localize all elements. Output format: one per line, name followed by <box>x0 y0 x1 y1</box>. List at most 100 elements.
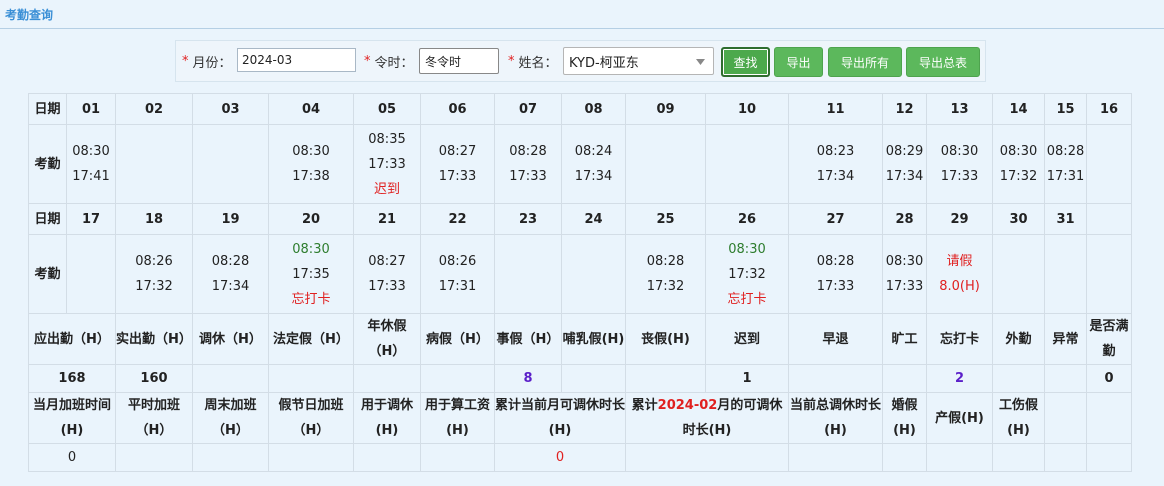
day-header: 28 <box>882 203 927 235</box>
summary-header: 事假（H） <box>494 313 562 365</box>
month-input[interactable]: 2024-03 <box>237 48 356 72</box>
summary-value <box>561 364 626 393</box>
attendance-row: 考勤 08:26 17:32 08:28 17:34 08:30 17:35 忘打卡 08:27… <box>28 234 1132 314</box>
attendance-row: 考勤 08:30 17:41 08:30 17:38 08:35 17:33 迟到 08:27 1… <box>28 124 1132 204</box>
attendance-cell <box>705 124 789 204</box>
name-label: 姓名： <box>518 55 558 71</box>
query-toolbar: * 月份： 2024-03 * 令时： 冬令时 * 姓名： KYD-柯亚东 查找… <box>175 40 986 82</box>
overtime-header: 用于算工资(H) <box>420 392 495 444</box>
summary-header: 年休假（H） <box>353 313 421 365</box>
check-out-time: 17:34 <box>574 169 613 184</box>
attendance-cell <box>561 234 626 314</box>
day-header: 22 <box>420 203 495 235</box>
attendance-cell: 08:30 17:33 <box>882 234 927 314</box>
overtime-value <box>420 443 495 472</box>
summary-value <box>353 364 421 393</box>
overtime-header: 平时加班（H） <box>115 392 193 444</box>
page-header: 考勤查询 <box>0 0 1164 29</box>
summary-header: 早退 <box>788 313 883 365</box>
export-all-button[interactable]: 导出所有 <box>828 47 902 77</box>
season-label: 令时： <box>374 55 414 71</box>
dropdown-arrow-icon <box>696 59 705 65</box>
overtime-header: 累计当前月可调休时长(H) <box>494 392 626 444</box>
day-header: 21 <box>353 203 421 235</box>
search-button[interactable]: 查找 <box>721 47 770 77</box>
check-out-time: 17:33 <box>509 169 547 184</box>
month-label: 月份： <box>192 55 232 71</box>
attendance-cell: 08:26 17:31 <box>420 234 495 314</box>
date-row: 日期 01 02 03 04 05 06 07 08 09 10 11 12 13 14 15 16 <box>28 93 1132 125</box>
check-out-time: 17:31 <box>438 279 477 294</box>
attendance-cell <box>1044 234 1087 314</box>
summary-value-row: 168 160 8 1 2 0 <box>28 364 1132 393</box>
date-row-label: 日期 <box>28 203 67 235</box>
check-in-time: 08:29 <box>885 144 924 159</box>
check-out-time: 17:33 <box>885 279 924 294</box>
date-row-label: 日期 <box>28 93 67 125</box>
attendance-cell: 08:26 17:32 <box>115 234 193 314</box>
employee-select[interactable]: KYD-柯亚东 <box>563 47 714 75</box>
check-in-time: 08:24 <box>574 144 613 159</box>
check-out-time: 17:41 <box>72 169 110 184</box>
attendance-cell <box>494 234 562 314</box>
summary-header: 哺乳假(H) <box>561 313 626 365</box>
summary-value <box>882 364 927 393</box>
summary-value <box>992 364 1045 393</box>
day-header: 09 <box>625 93 706 125</box>
summary-header: 病假（H） <box>420 313 495 365</box>
date-row: 日期 17 18 19 20 21 22 23 24 25 26 27 28 29 30 31 <box>28 203 1132 235</box>
summary-header: 法定假（H） <box>268 313 354 365</box>
required-mark: * <box>182 53 189 69</box>
overtime-value <box>1086 443 1132 472</box>
summary-header: 异常 <box>1044 313 1087 365</box>
overtime-value <box>268 443 354 472</box>
overtime-value: 0 <box>494 443 626 472</box>
summary-header: 应出勤（H） <box>28 313 116 365</box>
check-in-time: 08:26 <box>438 254 477 269</box>
day-header: 16 <box>1086 93 1132 125</box>
check-in-time: 请假 <box>946 254 973 269</box>
check-in-time: 08:26 <box>135 254 173 269</box>
summary-header-row: 应出勤（H） 实出勤（H） 调休（H） 法定假（H） 年休假（H） 病假（H） 事假（H）哺… <box>28 313 1132 365</box>
summary-value: 8 <box>494 364 562 393</box>
season-select[interactable]: 冬令时 <box>419 48 499 74</box>
overtime-header: 累计2024-02月的可调休时长(H) <box>625 392 789 444</box>
day-header: 27 <box>788 203 883 235</box>
day-header: 11 <box>788 93 883 125</box>
day-header: 15 <box>1044 93 1087 125</box>
check-out-time: 17:33 <box>816 279 855 294</box>
day-header: 03 <box>192 93 269 125</box>
summary-header: 旷工 <box>882 313 927 365</box>
check-in-time: 08:30 <box>940 144 979 159</box>
check-out-time: 17:32 <box>999 169 1038 184</box>
attendance-cell <box>625 124 706 204</box>
empty-cell <box>1086 203 1132 235</box>
day-header: 08 <box>561 93 626 125</box>
overtime-header: 用于调休(H) <box>353 392 421 444</box>
check-in-time: 08:30 <box>728 241 766 257</box>
check-out-time: 17:32 <box>646 279 685 294</box>
overtime-header-row: 当月加班时间(H) 平时加班（H） 周末加班（H） 假节日加班（H） 用于调休(H) 用于… <box>28 392 1132 444</box>
summary-header: 外勤 <box>992 313 1045 365</box>
check-out-time: 8.0(H) <box>939 279 980 294</box>
overtime-value <box>625 443 789 472</box>
attendance-cell: 08:30 17:41 <box>66 124 116 204</box>
overtime-header: 周末加班（H） <box>192 392 269 444</box>
overtime-header: 工伤假(H) <box>992 392 1045 444</box>
day-header: 01 <box>66 93 116 125</box>
check-in-time: 08:28 <box>1046 144 1085 159</box>
overtime-header: 假节日加班（H） <box>268 392 354 444</box>
attendance-cell <box>1086 124 1132 204</box>
required-mark: * <box>364 53 371 69</box>
day-header: 10 <box>705 93 789 125</box>
day-header: 04 <box>268 93 354 125</box>
day-header: 18 <box>115 203 193 235</box>
day-header: 06 <box>420 93 495 125</box>
check-in-time: 08:27 <box>368 254 406 269</box>
overtime-value <box>115 443 193 472</box>
export-button[interactable]: 导出 <box>774 47 823 77</box>
export-summary-button[interactable]: 导出总表 <box>906 47 980 77</box>
summary-header: 是否满勤 <box>1086 313 1132 365</box>
check-out-time: 17:31 <box>1046 169 1085 184</box>
day-header: 26 <box>705 203 789 235</box>
